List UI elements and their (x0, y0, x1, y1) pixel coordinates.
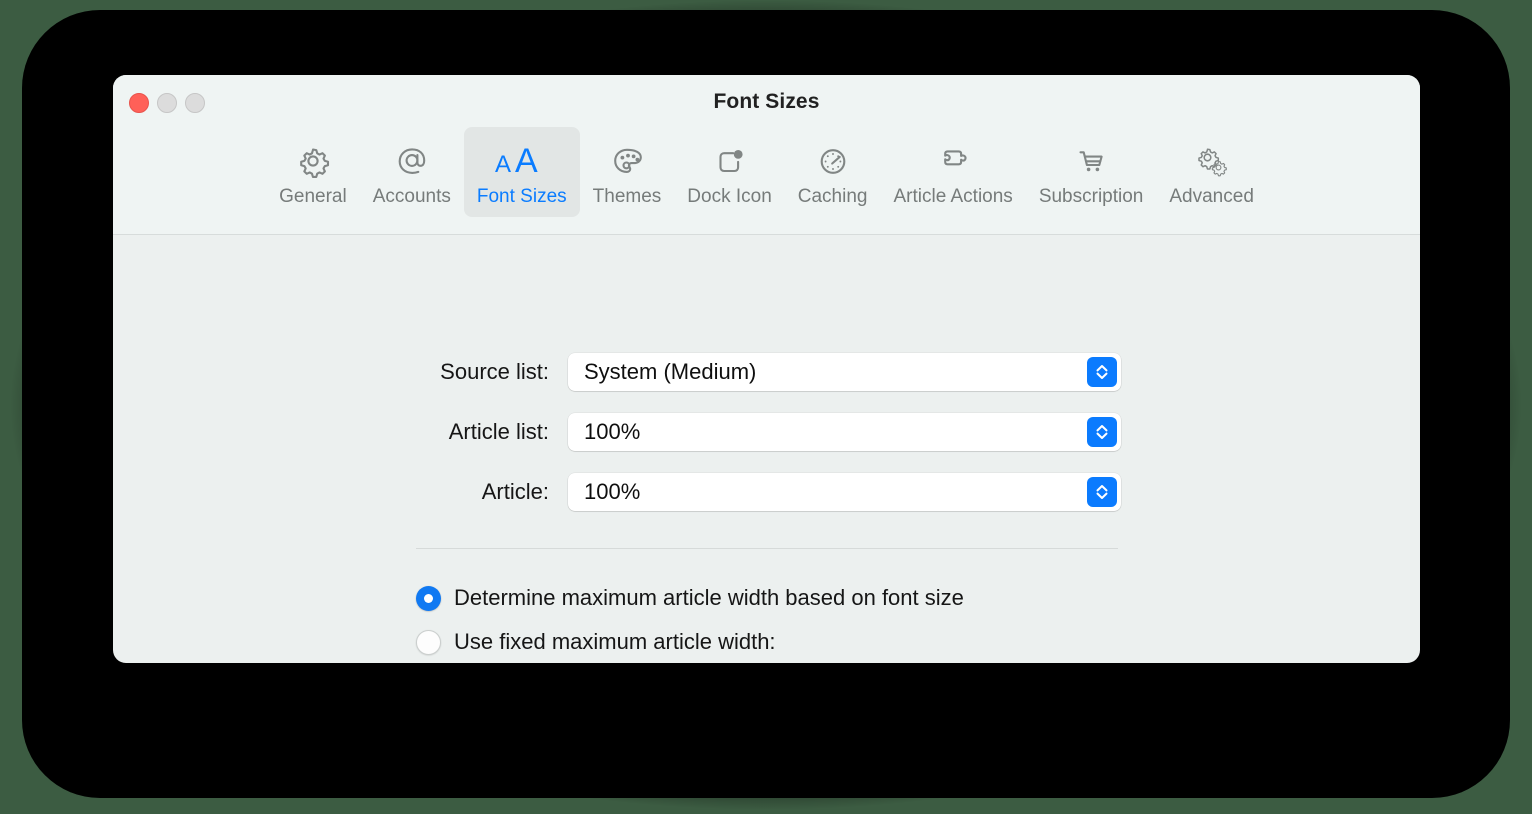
tab-label: Advanced (1169, 186, 1254, 207)
font-sizes-pane: Source list: System (Medium) Article lis… (113, 235, 1420, 662)
gauge-icon (811, 137, 855, 185)
radio-fixed-width[interactable]: Use fixed maximum article width: (416, 629, 776, 655)
font-size-aa-icon: A A (491, 137, 553, 185)
article-list-label: Article list: (448, 419, 549, 444)
radio-label: Use fixed maximum article width: (454, 629, 776, 654)
preferences-toolbar: General Accounts A A Font Sizes Themes D… (113, 127, 1420, 217)
desktop-background: Font Sizes General Accounts A A Font Siz… (0, 0, 1532, 814)
tab-dock-icon[interactable]: Dock Icon (674, 127, 784, 217)
tab-label: Themes (592, 186, 662, 207)
puzzle-piece-icon (931, 137, 975, 185)
tab-label: Subscription (1038, 186, 1144, 207)
radio-determine-width[interactable]: Determine maximum article width based on… (416, 585, 964, 611)
article-stepper-arrows[interactable] (1087, 477, 1117, 507)
tab-accounts[interactable]: Accounts (360, 127, 464, 217)
shopping-cart-icon (1069, 137, 1113, 185)
svg-text:A: A (515, 142, 538, 180)
gear-icon (291, 137, 335, 185)
dock-badge-icon (708, 137, 752, 185)
source-list-row: Source list: System (Medium) (113, 353, 1420, 391)
double-gears-icon (1190, 137, 1234, 185)
palette-icon (605, 137, 649, 185)
window-titlebar: Font Sizes General Accounts A A Font Siz… (113, 75, 1420, 235)
tab-advanced[interactable]: Advanced (1156, 127, 1267, 217)
radio-button-selected[interactable] (416, 585, 441, 611)
article-popup[interactable]: 100% (568, 473, 1121, 511)
article-label: Article: (481, 479, 549, 504)
tab-general[interactable]: General (266, 127, 360, 217)
article-list-stepper-arrows[interactable] (1087, 417, 1117, 447)
tab-label: Font Sizes (476, 186, 567, 207)
tab-subscription[interactable]: Subscription (1026, 127, 1157, 217)
tab-label: Article Actions (893, 186, 1013, 207)
article-value: 100% (584, 479, 641, 504)
tab-label: Accounts (372, 186, 451, 207)
article-list-popup[interactable]: 100% (568, 413, 1121, 451)
source-list-label: Source list: (440, 359, 549, 384)
at-sign-icon (390, 137, 434, 185)
tab-themes[interactable]: Themes (580, 127, 675, 217)
section-divider (416, 548, 1118, 549)
source-list-value: System (Medium) (584, 359, 757, 384)
source-list-stepper-arrows[interactable] (1087, 357, 1117, 387)
article-list-row: Article list: 100% (113, 413, 1420, 451)
preferences-window: Font Sizes General Accounts A A Font Siz… (113, 75, 1420, 663)
article-row: Article: 100% (113, 473, 1420, 511)
source-list-popup[interactable]: System (Medium) (568, 353, 1121, 391)
window-title: Font Sizes (713, 90, 820, 113)
radio-button-unselected[interactable] (416, 629, 441, 655)
tab-font-sizes[interactable]: A A Font Sizes (463, 127, 580, 217)
tab-article-actions[interactable]: Article Actions (880, 127, 1025, 217)
tab-caching[interactable]: Caching (785, 127, 881, 217)
tab-label: General (279, 186, 347, 207)
svg-text:A: A (495, 151, 511, 178)
article-list-value: 100% (584, 419, 641, 444)
radio-label: Determine maximum article width based on… (454, 585, 964, 610)
tab-label: Caching (797, 186, 868, 207)
tab-label: Dock Icon (687, 186, 772, 207)
